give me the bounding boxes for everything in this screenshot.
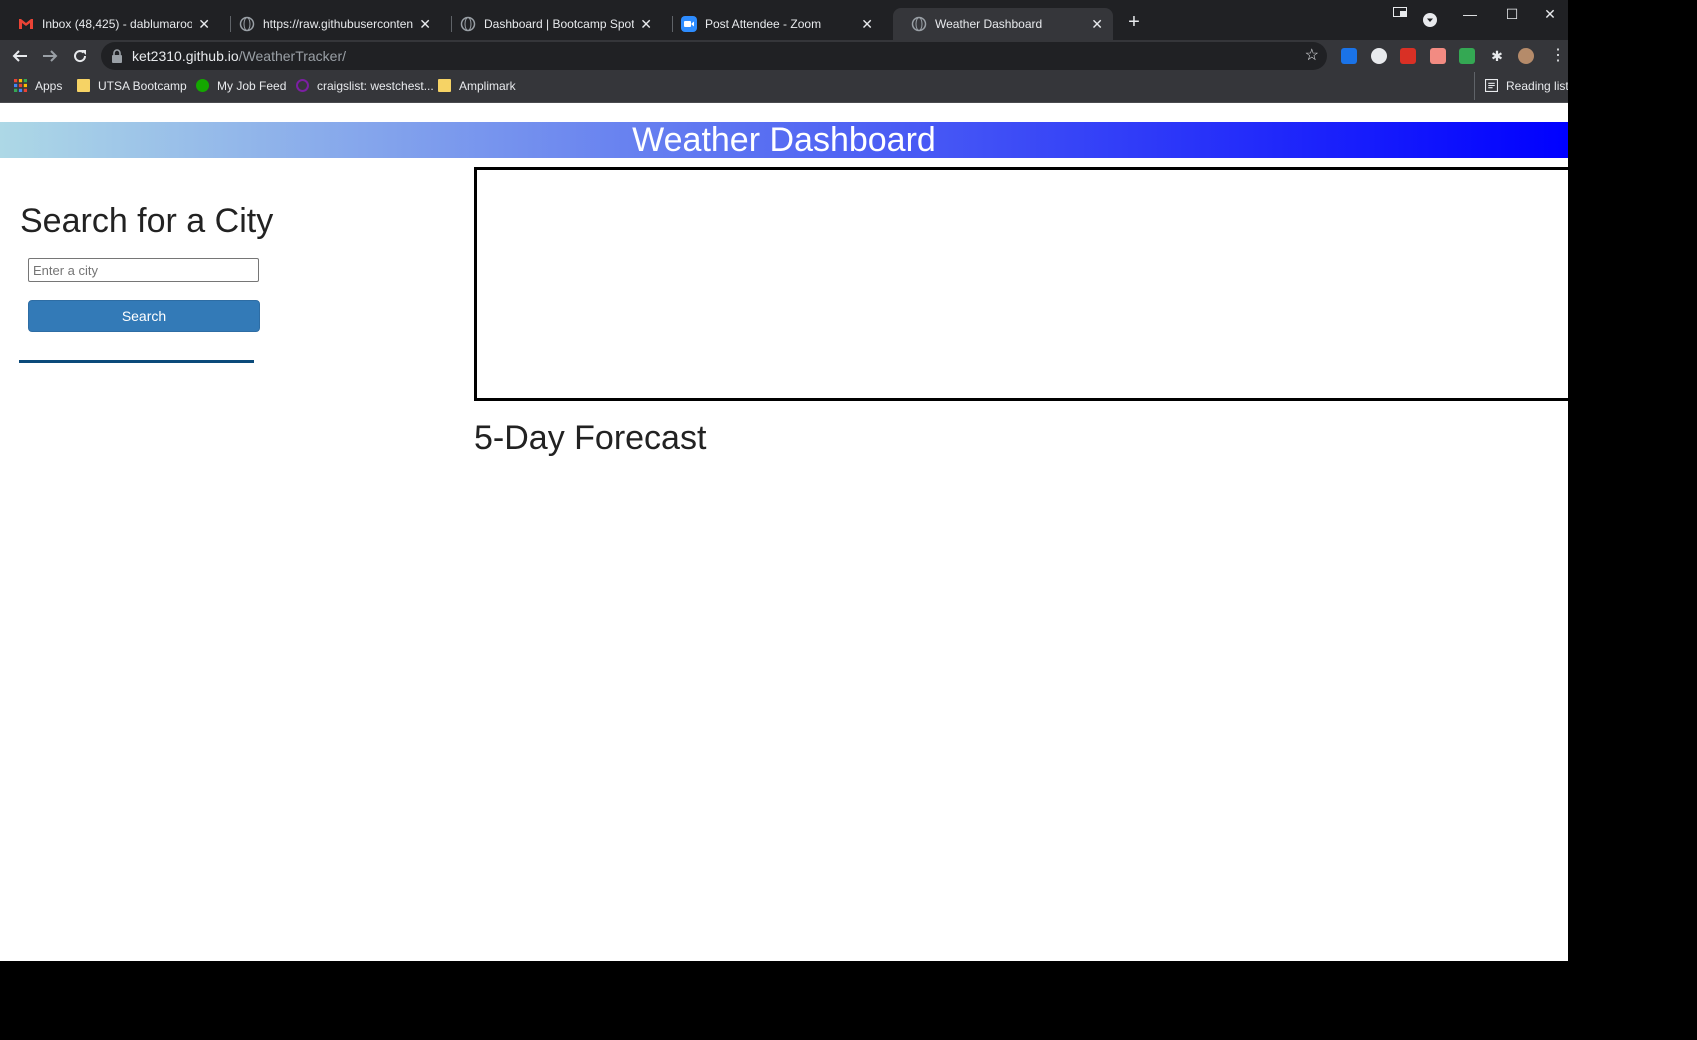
close-window-button[interactable]: ✕ (1532, 0, 1568, 28)
tab-weather-dashboard[interactable]: Weather Dashboard ✕ (893, 8, 1113, 40)
globe-icon (460, 16, 476, 32)
bookmark-label: UTSA Bootcamp (98, 79, 187, 93)
bookmark-craigslist[interactable]: craigslist: westchest... (296, 72, 434, 100)
close-icon[interactable]: ✕ (198, 8, 210, 40)
forward-button[interactable] (38, 44, 62, 68)
close-icon[interactable]: ✕ (861, 8, 873, 40)
page-header: Weather Dashboard (0, 122, 1568, 158)
chevron-down-icon (1423, 13, 1437, 27)
address-bar[interactable]: ket2310.github.io/WeatherTracker/ ☆ (101, 42, 1327, 70)
reload-icon (74, 50, 87, 63)
url-host: ket2310.github.io (132, 48, 239, 64)
bookmark-utsa-bootcamp[interactable]: UTSA Bootcamp (77, 72, 187, 100)
menu-icon[interactable]: ⋮ (1550, 48, 1566, 64)
forecast-title: 5-Day Forecast (474, 419, 707, 457)
bookmarks-bar: Apps UTSA Bootcamp My Job Feed craigslis… (0, 72, 1568, 103)
tab-title: Weather Dashboard (935, 17, 1043, 31)
extension-circle-icon[interactable] (1371, 48, 1387, 64)
close-icon[interactable]: ✕ (640, 8, 652, 40)
window-list-icon (1393, 7, 1407, 17)
tab-zoom[interactable]: Post Attendee - Zoom ✕ (663, 8, 883, 40)
extension-info-icon[interactable] (1341, 48, 1357, 64)
globe-icon (911, 16, 927, 32)
url-path: /WeatherTracker/ (238, 48, 347, 64)
browser-toolbar: ket2310.github.io/WeatherTracker/ ☆ ✱ ⋮ (0, 40, 1568, 72)
tab-strip: Inbox (48,425) - dablumaroon@g ✕ https:/… (0, 0, 1568, 40)
close-icon[interactable]: ✕ (419, 8, 431, 40)
minimize-button[interactable]: — (1448, 0, 1492, 28)
puzzle-icon[interactable]: ✱ (1489, 48, 1505, 64)
tab-bootcamp-spot[interactable]: Dashboard | Bootcamp Spot ✕ (442, 8, 662, 40)
maximize-button[interactable]: ☐ (1490, 0, 1534, 28)
tab-title: Dashboard | Bootcamp Spot (484, 17, 634, 31)
zoom-icon (681, 16, 697, 32)
tab-title: https://raw.githubusercontent.co (263, 17, 413, 31)
close-icon[interactable]: ✕ (1091, 8, 1103, 40)
avatar[interactable] (1518, 48, 1534, 64)
city-search-input[interactable] (28, 258, 259, 282)
apps-grid-icon (14, 79, 27, 92)
arrow-left-icon (12, 50, 27, 62)
url-text: ket2310.github.io/WeatherTracker/ (132, 42, 346, 70)
folder-icon (438, 79, 451, 92)
tab-gmail[interactable]: Inbox (48,425) - dablumaroon@g ✕ (0, 8, 220, 40)
reading-list-button[interactable]: Reading list (1474, 72, 1568, 100)
new-tab-button[interactable]: + (1124, 12, 1144, 32)
upwork-icon (196, 79, 209, 92)
tab-title: Post Attendee - Zoom (705, 17, 822, 31)
bookmark-label: Apps (35, 79, 63, 93)
browser-window: Inbox (48,425) - dablumaroon@g ✕ https:/… (0, 0, 1568, 961)
current-weather-box (474, 167, 1568, 401)
extension-pocket-icon[interactable] (1400, 48, 1416, 64)
web-page: Weather Dashboard Search for a City Sear… (0, 103, 1568, 961)
reading-list-label: Reading list (1506, 79, 1568, 93)
folder-icon (77, 79, 90, 92)
globe-icon (239, 16, 255, 32)
peace-icon (296, 79, 309, 92)
bookmark-label: craigslist: westchest... (317, 79, 434, 93)
gmail-icon (19, 19, 33, 29)
search-button[interactable]: Search (28, 300, 260, 332)
bookmark-label: My Job Feed (217, 79, 287, 93)
tab-title: Inbox (48,425) - dablumaroon@g (42, 17, 192, 31)
bookmark-apps[interactable]: Apps (14, 72, 62, 100)
lock-icon (112, 49, 122, 63)
reading-list-icon (1485, 79, 1498, 92)
bookmark-my-job-feed[interactable]: My Job Feed (196, 72, 286, 100)
search-divider (19, 360, 254, 363)
star-icon[interactable]: ☆ (1305, 46, 1319, 66)
back-button[interactable] (8, 44, 32, 68)
bookmark-amplimark[interactable]: Amplimark (438, 72, 516, 100)
extension-green-icon[interactable] (1459, 48, 1475, 64)
reload-button[interactable] (68, 44, 92, 68)
extension-pdf-icon[interactable] (1430, 48, 1446, 64)
search-title: Search for a City (20, 202, 274, 240)
profile-dropdown-icon[interactable] (1410, 8, 1450, 36)
tab-raw-github[interactable]: https://raw.githubusercontent.co ✕ (221, 8, 441, 40)
bookmark-label: Amplimark (459, 79, 516, 93)
arrow-right-icon (43, 50, 58, 62)
